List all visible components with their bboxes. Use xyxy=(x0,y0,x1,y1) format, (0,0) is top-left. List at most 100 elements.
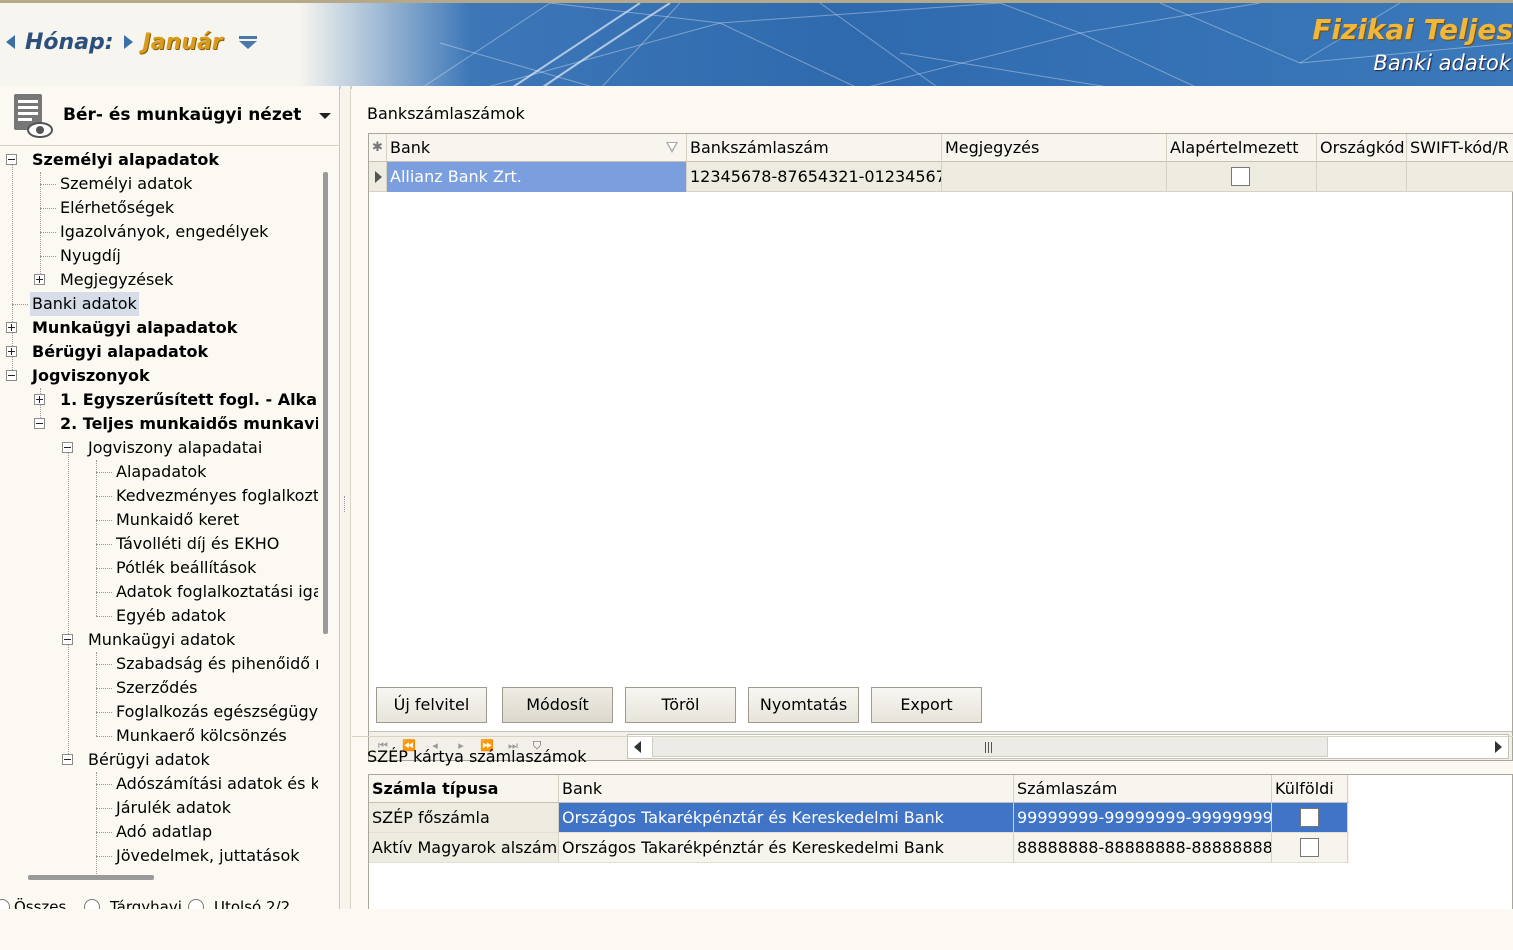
tree-node-kedvezmenyes[interactable]: Kedvezményes foglalkoztatás xyxy=(0,484,318,508)
cell-bank[interactable]: Országos Takarékpénztár és Kereskedelmi … xyxy=(559,833,1014,862)
tree-connector xyxy=(96,496,112,497)
tree-node-label: Igazolványok, engedélyek xyxy=(60,222,269,241)
radio-targyhavi[interactable] xyxy=(84,899,100,909)
chevron-down-icon[interactable] xyxy=(319,113,331,119)
cell-type[interactable]: Aktív Magyarok alszámla xyxy=(369,833,559,862)
tree-node-banki-adatok[interactable]: Banki adatok xyxy=(0,292,318,316)
tree-vertical-scrollbar[interactable] xyxy=(320,150,328,870)
tree-node-jogviszonyok[interactable]: Jogviszonyok xyxy=(0,364,318,388)
column-header-bank[interactable]: Bank xyxy=(387,134,687,162)
tree-node-berugyi-alapadatok[interactable]: Bérügyi alapadatok xyxy=(0,340,318,364)
cell-account[interactable]: 88888888-88888888-88888888 xyxy=(1014,833,1272,862)
panel-splitter[interactable] xyxy=(341,86,351,909)
tree-node-szemelyi-alapadatok[interactable]: Személyi alapadatok xyxy=(0,148,318,172)
expand-icon[interactable] xyxy=(6,346,17,357)
foreign-checkbox[interactable] xyxy=(1300,808,1319,827)
filter-icon[interactable] xyxy=(666,142,678,153)
radio-utolso[interactable] xyxy=(188,899,204,909)
previous-month-icon[interactable] xyxy=(6,35,15,49)
collapse-icon[interactable] xyxy=(6,154,17,165)
tree-node-potlek[interactable]: Pótlék beállítások xyxy=(0,556,318,580)
month-value[interactable]: Január xyxy=(143,30,223,55)
tree-node-jogviszony-1[interactable]: 1. Egyszerűsített fogl. - Alkalmi xyxy=(0,388,318,412)
column-header-foreign[interactable]: Külföldi xyxy=(1272,775,1348,802)
column-header-bank[interactable]: Bank xyxy=(559,775,1014,802)
tree-connector xyxy=(40,232,56,233)
tree-node-igazolvanyok[interactable]: Igazolványok, engedélyek xyxy=(0,220,318,244)
expand-icon[interactable] xyxy=(34,394,45,405)
default-checkbox[interactable] xyxy=(1231,167,1250,186)
cell-bank[interactable]: Allianz Bank Zrt. xyxy=(387,162,687,192)
scroll-left-icon[interactable] xyxy=(634,741,641,753)
cell-foreign[interactable] xyxy=(1272,803,1348,832)
scrollbar-thumb[interactable] xyxy=(652,736,1328,757)
cell-foreign[interactable] xyxy=(1272,833,1348,862)
tree-node-munkaugyi-adatok[interactable]: Munkaügyi adatok xyxy=(0,628,318,652)
tree-node-munkaido-keret[interactable]: Munkaidő keret xyxy=(0,508,318,532)
tree-node-ado-adatlap[interactable]: Adó adatlap xyxy=(0,820,318,844)
tree-node-foglalkozas-egeszsegugyi[interactable]: Foglalkozás egészségügyi adatok xyxy=(0,700,318,724)
tree-node-tavolleti-dij[interactable]: Távolléti díj és EKHO xyxy=(0,532,318,556)
column-header-swift[interactable]: SWIFT-kód/R xyxy=(1407,134,1512,162)
tree-node-alapadatok[interactable]: Alapadatok xyxy=(0,460,318,484)
cell-country[interactable] xyxy=(1317,162,1407,192)
collapse-icon[interactable] xyxy=(62,634,73,645)
tree-node-jarulek-adatok[interactable]: Járulék adatok xyxy=(0,796,318,820)
grid-horizontal-scrollbar[interactable] xyxy=(627,734,1509,759)
tree-node-jovedelmek[interactable]: Jövedelmek, juttatások xyxy=(0,844,318,868)
cell-bank[interactable]: Országos Takarékpénztár és Kereskedelmi … xyxy=(559,803,1014,832)
column-header-account[interactable]: Számlaszám xyxy=(1014,775,1272,802)
tree-node-jogviszony-alapadatai[interactable]: Jogviszony alapadatai xyxy=(0,436,318,460)
column-header-note[interactable]: Megjegyzés xyxy=(942,134,1167,162)
tree-node-jogviszony-2[interactable]: 2. Teljes munkaidős munkaviszony xyxy=(0,412,318,436)
cell-note[interactable] xyxy=(942,162,1167,192)
cell-account[interactable]: 12345678-87654321-01234567 xyxy=(687,162,942,192)
new-record-button[interactable]: Új felvitel xyxy=(376,687,487,723)
scrollbar-thumb[interactable] xyxy=(323,172,328,634)
column-header-type[interactable]: Számla típusa xyxy=(369,775,559,802)
table-row[interactable]: Aktív Magyarok alszámla Országos Takarék… xyxy=(369,833,1349,863)
tree-node-adoszamitasi[interactable]: Adószámítási adatok és kedvezmények xyxy=(0,772,318,796)
button-label: Töröl xyxy=(661,695,700,714)
tree-node-label: Munkaügyi adatok xyxy=(88,630,236,649)
table-row[interactable]: Allianz Bank Zrt. 12345678-87654321-0123… xyxy=(369,162,1513,192)
column-header-account[interactable]: Bankszámlaszám xyxy=(687,134,942,162)
tree-node-label: Munkaerő kölcsönzés xyxy=(116,726,287,745)
column-header-default[interactable]: Alapértelmezett xyxy=(1167,134,1317,162)
cell-type[interactable]: SZÉP főszámla xyxy=(369,803,559,832)
cell-account[interactable]: 99999999-99999999-99999999 xyxy=(1014,803,1272,832)
expand-icon[interactable] xyxy=(34,274,45,285)
collapse-icon[interactable] xyxy=(62,754,73,765)
row-indicator-icon xyxy=(369,162,387,192)
radio-osszes[interactable] xyxy=(0,899,10,909)
view-selector[interactable]: Bér- és munkaügyi nézet xyxy=(0,86,340,146)
foreign-checkbox[interactable] xyxy=(1300,838,1319,857)
tree-node-szabadsag[interactable]: Szabadság és pihenőidő nyilvántartás xyxy=(0,652,318,676)
tree-horizontal-scrollbar[interactable] xyxy=(28,875,154,880)
collapse-icon[interactable] xyxy=(62,442,73,453)
scroll-right-icon[interactable] xyxy=(1495,741,1502,753)
tree-node-berugyi-adatok[interactable]: Bérügyi adatok xyxy=(0,748,318,772)
next-month-icon[interactable] xyxy=(123,35,133,49)
delete-button[interactable]: Töröl xyxy=(625,687,736,723)
print-button[interactable]: Nyomtatás xyxy=(748,687,859,723)
month-dropdown-icon[interactable] xyxy=(238,35,257,49)
tree-node-elerhetosegek[interactable]: Elérhetőségek xyxy=(0,196,318,220)
tree-node-munkaugyi-alapadatok[interactable]: Munkaügyi alapadatok xyxy=(0,316,318,340)
tree-node-munkaero-kolcsonzes[interactable]: Munkaerő kölcsönzés xyxy=(0,724,318,748)
cell-default[interactable] xyxy=(1167,162,1317,192)
tree-node-szemelyi-adatok[interactable]: Személyi adatok xyxy=(0,172,318,196)
export-button[interactable]: Export xyxy=(871,687,982,723)
tree-node-nyugdij[interactable]: Nyugdíj xyxy=(0,244,318,268)
collapse-icon[interactable] xyxy=(6,370,17,381)
table-row[interactable]: SZÉP főszámla Országos Takarékpénztár és… xyxy=(369,803,1349,833)
collapse-icon[interactable] xyxy=(34,418,45,429)
tree-node-megjegyzesek[interactable]: Megjegyzések xyxy=(0,268,318,292)
modify-button[interactable]: Módosít xyxy=(502,687,613,723)
tree-node-egyeb-adatok[interactable]: Egyéb adatok xyxy=(0,604,318,628)
expand-icon[interactable] xyxy=(6,322,17,333)
column-header-country[interactable]: Országkód xyxy=(1317,134,1407,162)
tree-node-szerzodes[interactable]: Szerződés xyxy=(0,676,318,700)
tree-node-adatok-foglalkoztatasi[interactable]: Adatok foglalkoztatási igazolás xyxy=(0,580,318,604)
cell-swift[interactable] xyxy=(1407,162,1512,192)
